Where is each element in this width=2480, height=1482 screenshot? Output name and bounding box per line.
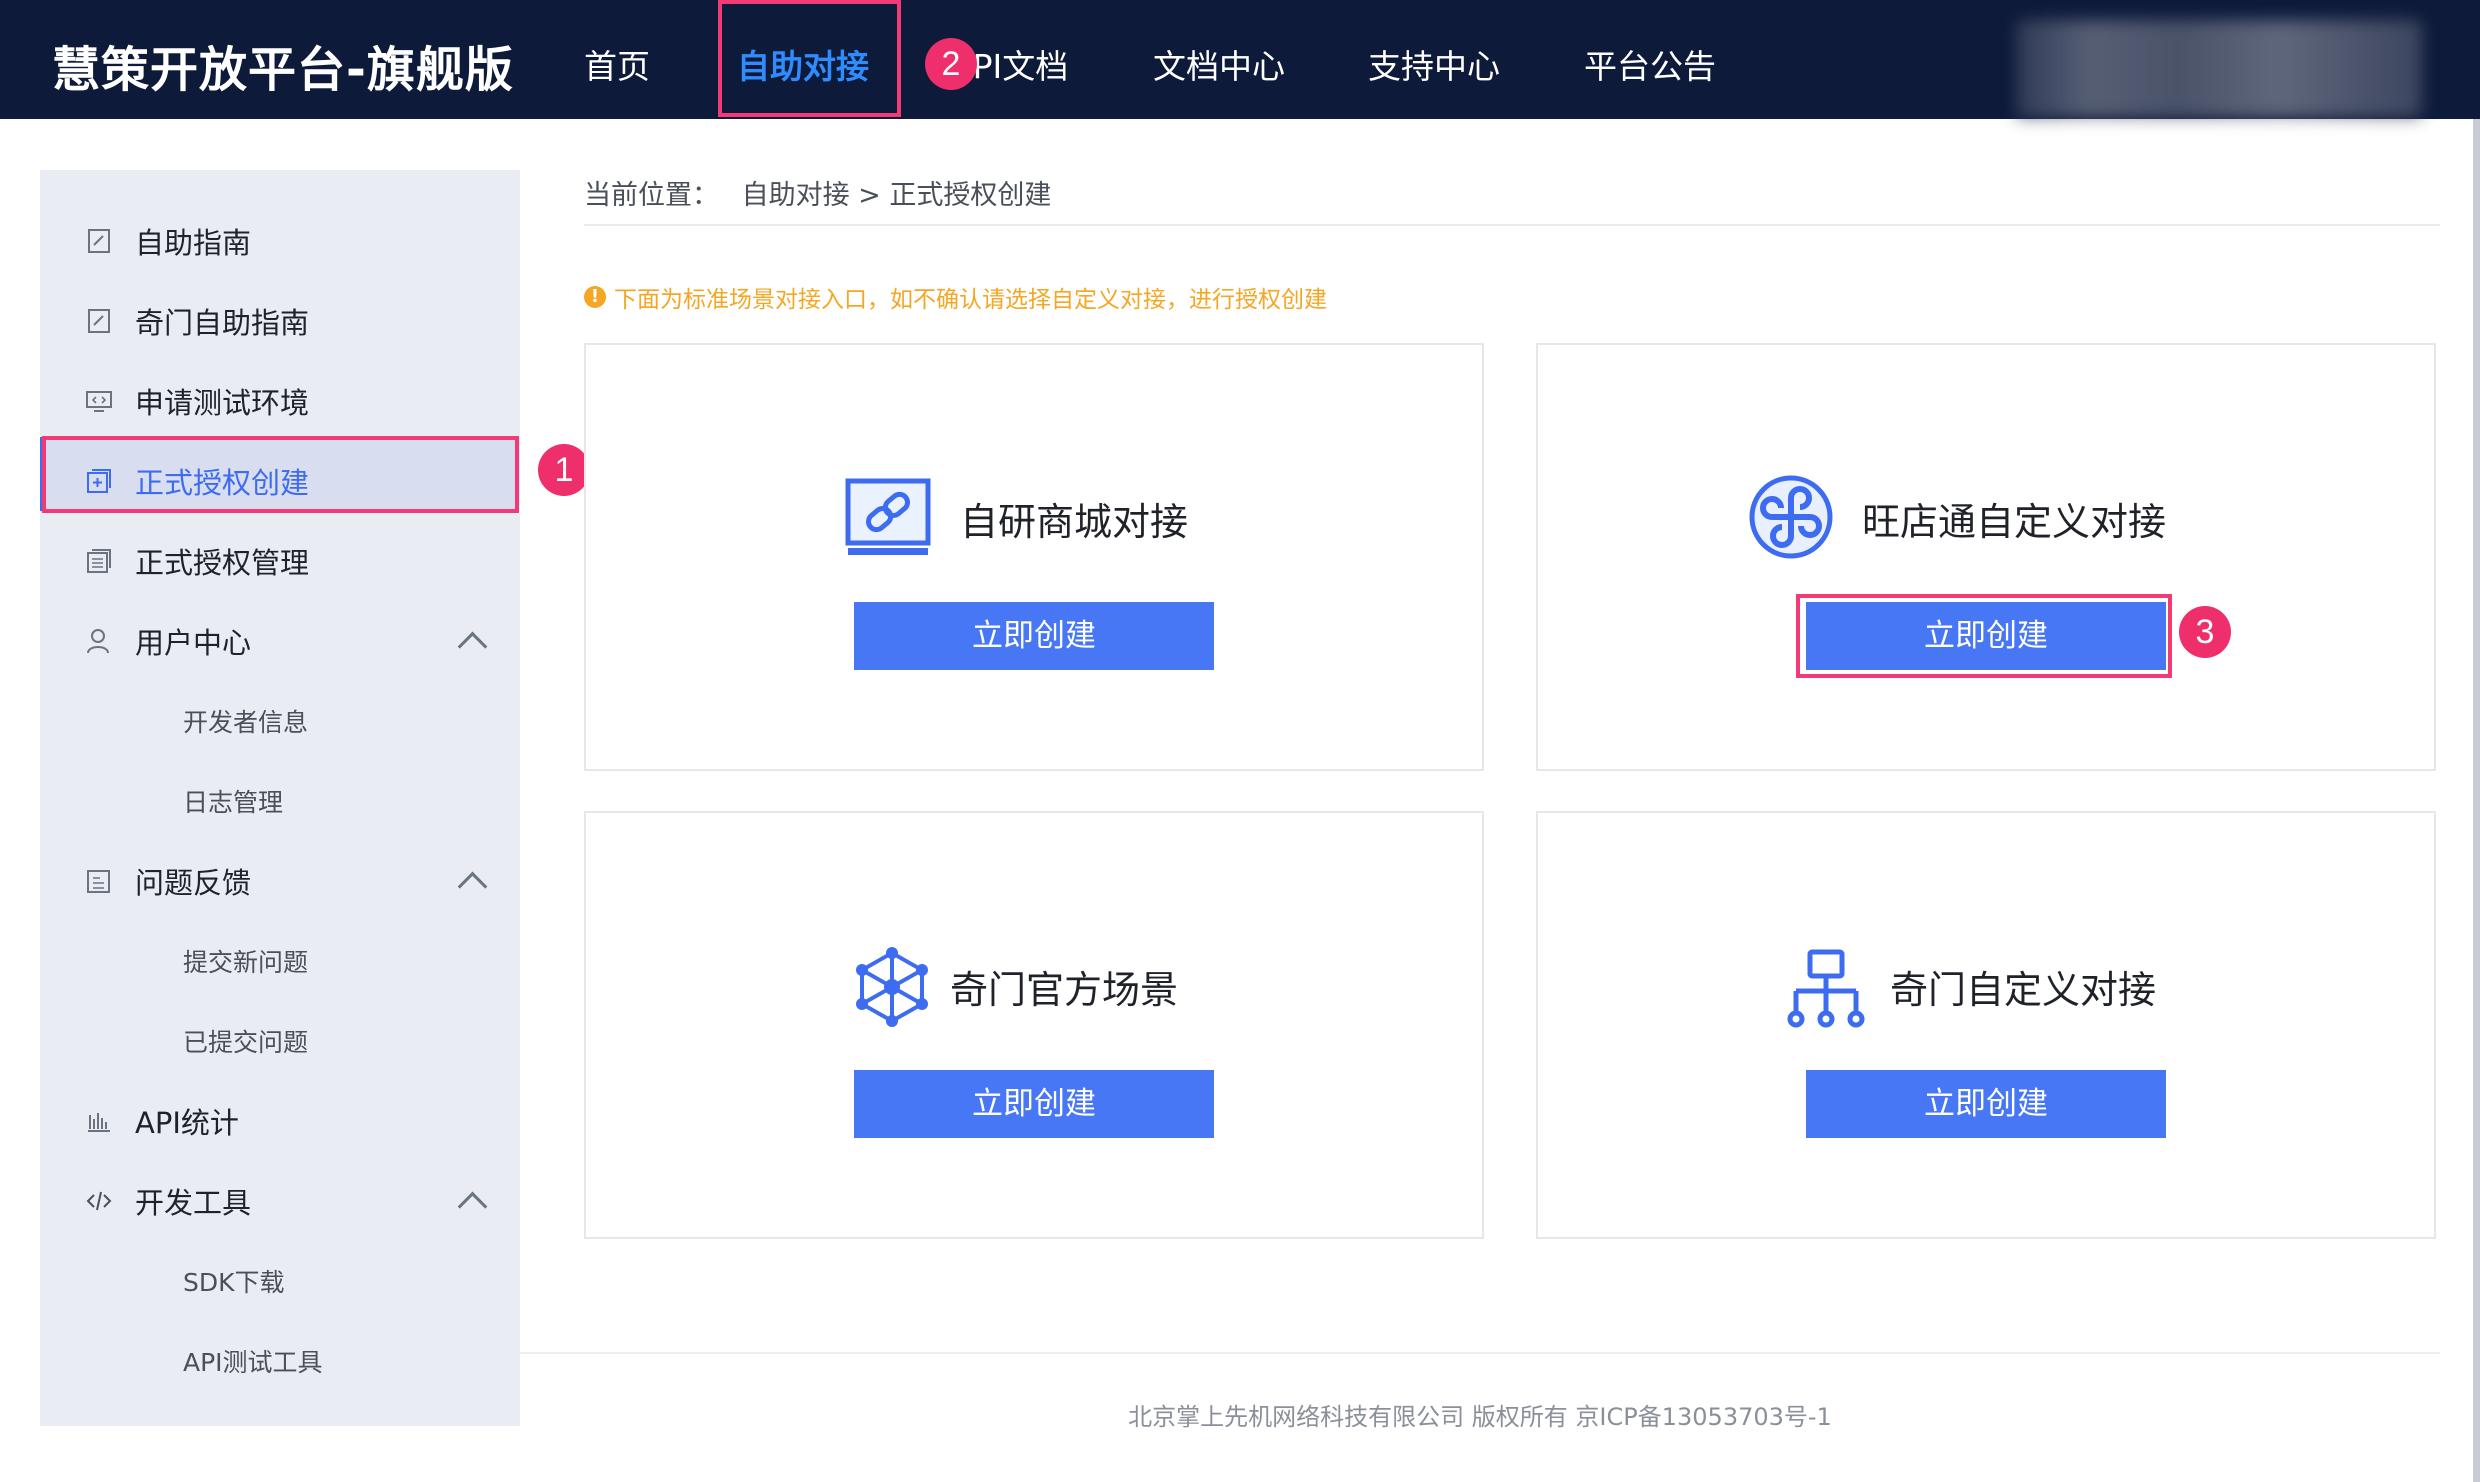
sidebar-subitem-submitted-issues[interactable]: 已提交问题	[183, 1023, 308, 1059]
monitor-code-icon	[86, 391, 112, 412]
warning-icon: !	[584, 286, 606, 308]
sidebar-item-feedback[interactable]: 问题反馈	[85, 860, 251, 902]
bar-chart-icon	[88, 1113, 110, 1132]
list-icon	[87, 549, 111, 573]
sidebar-item-label: 问题反馈	[135, 866, 252, 900]
sidebar-item-formal-auth-manage[interactable]: 正式授权管理	[85, 540, 309, 582]
card-qimen-official	[584, 811, 1484, 1239]
create-now-button[interactable]: 立即创建	[854, 1070, 1214, 1138]
user-icon	[87, 629, 109, 654]
card-self-mall	[584, 343, 1484, 771]
sidebar-item-api-stats[interactable]: API统计	[85, 1100, 239, 1142]
user-account-blurred[interactable]	[2016, 20, 2422, 118]
button-highlight-box	[1796, 594, 2172, 678]
sidebar-subitem-sdk-download[interactable]: SDK下载	[183, 1263, 285, 1299]
notice-text: 下面为标准场景对接入口，如不确认请选择自定义对接，进行授权创建	[614, 287, 1327, 313]
network-node-icon	[856, 947, 928, 1027]
sidebar-item-test-env[interactable]: 申请测试环境	[85, 380, 309, 422]
breadcrumb-divider	[584, 224, 2440, 226]
card-wangdiantong-custom	[1536, 343, 2436, 771]
guide-icon	[88, 229, 110, 253]
sidebar-item-dev-tools[interactable]: 开发工具	[85, 1180, 251, 1222]
sidebar-subitem-api-test-tool[interactable]: API测试工具	[183, 1343, 323, 1379]
sidebar-item-label: 用户中心	[135, 626, 252, 660]
step-badge-1: 1	[538, 444, 590, 496]
guide-icon	[88, 309, 110, 333]
card-title: 奇门官方场景	[950, 968, 1179, 1012]
footer-copyright: 北京掌上先机网络科技有限公司 版权所有 京ICP备13053703号-1	[1128, 1403, 1832, 1431]
link-monitor-icon	[845, 478, 931, 555]
breadcrumb-path: 自助对接 > 正式授权创建	[741, 180, 1052, 211]
sidebar-item-label: 开发工具	[135, 1186, 252, 1220]
sidebar-highlight-box	[42, 436, 519, 513]
nav-home[interactable]: 首页	[584, 40, 650, 88]
footer-divider	[520, 1352, 2440, 1354]
breadcrumb: 当前位置： 自助对接 > 正式授权创建	[584, 173, 1051, 212]
card-title: 旺店通自定义对接	[1862, 500, 2167, 544]
sidebar-item-qimen-guide[interactable]: 奇门自助指南	[85, 300, 309, 342]
nav-announcements[interactable]: 平台公告	[1584, 40, 1716, 88]
window-edge	[2473, 119, 2480, 1482]
sidebar-item-guide[interactable]: 自助指南	[85, 220, 251, 262]
notice-message: ! 下面为标准场景对接入口，如不确认请选择自定义对接，进行授权创建	[584, 280, 1327, 314]
sidebar-subitem-submit-issue[interactable]: 提交新问题	[183, 943, 308, 979]
step-badge-2: 2	[925, 38, 977, 90]
sidebar-item-user-center[interactable]: 用户中心	[85, 620, 251, 662]
sidebar-item-label: 正式授权管理	[135, 546, 310, 580]
code-icon	[86, 1191, 112, 1211]
sidebar-item-label: 自助指南	[135, 226, 252, 260]
card-title: 自研商城对接	[960, 500, 1189, 544]
sidebar-item-label: 奇门自助指南	[135, 306, 310, 340]
platform-brand[interactable]: 慧策开放平台-旗舰版	[52, 30, 514, 100]
nav-support-center[interactable]: 支持中心	[1368, 40, 1500, 88]
nav-highlight-box	[718, 0, 901, 117]
card-qimen-custom	[1536, 811, 2436, 1239]
step-badge-3: 3	[2179, 606, 2231, 658]
sidebar-item-label: API统计	[135, 1106, 239, 1140]
sidebar-item-label: 申请测试环境	[135, 386, 310, 420]
wangdiantong-logo-icon	[1749, 475, 1833, 559]
breadcrumb-prefix: 当前位置：	[584, 180, 719, 211]
org-tree-icon	[1787, 949, 1865, 1028]
create-now-button[interactable]: 立即创建	[854, 602, 1214, 670]
sidebar-subitem-developer-info[interactable]: 开发者信息	[183, 703, 308, 739]
create-now-button[interactable]: 立即创建	[1806, 1070, 2166, 1138]
sidebar-subitem-log-manage[interactable]: 日志管理	[183, 783, 283, 819]
card-title: 奇门自定义对接	[1890, 968, 2157, 1012]
nav-doc-center[interactable]: 文档中心	[1153, 40, 1285, 88]
edit-icon	[87, 870, 110, 893]
